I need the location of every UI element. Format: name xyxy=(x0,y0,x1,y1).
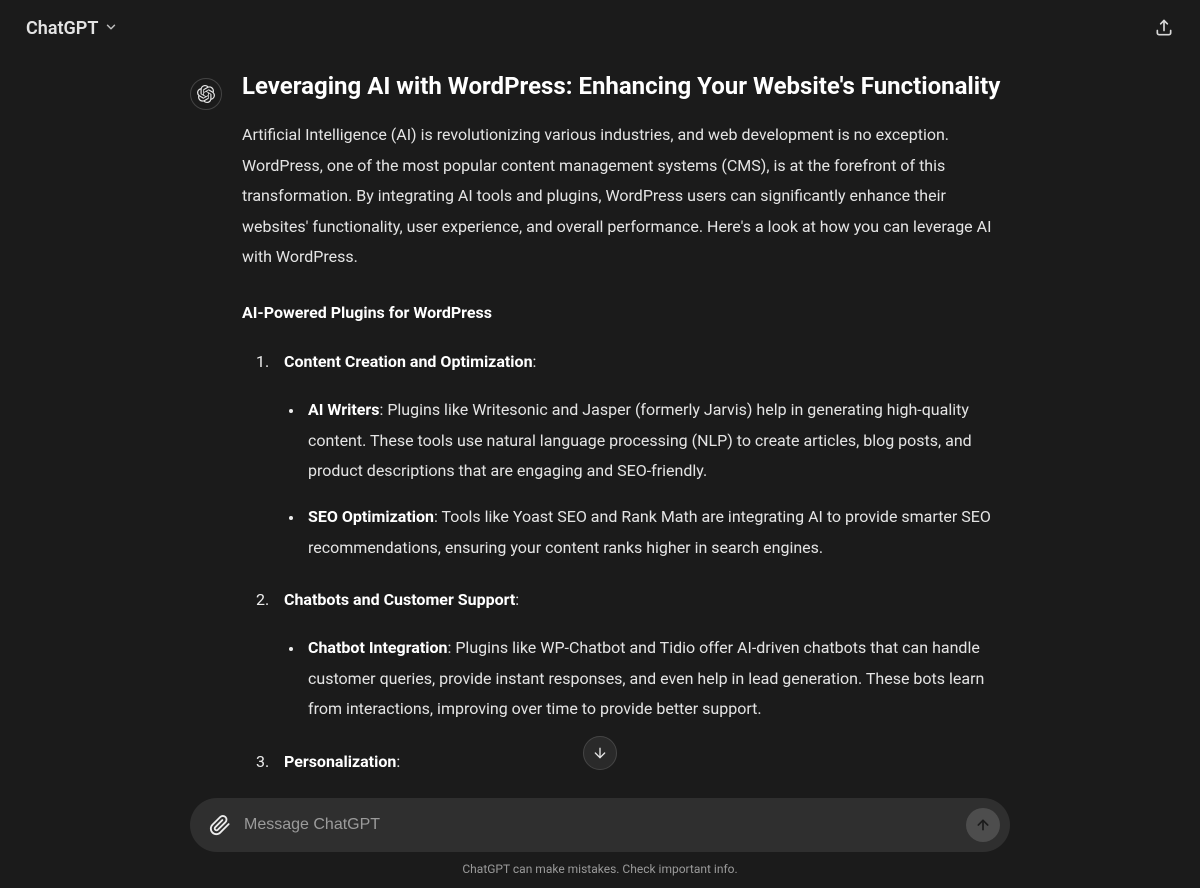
sub-item-label: AI Writers xyxy=(308,400,379,419)
disclaimer-text: ChatGPT can make mistakes. Check importa… xyxy=(462,862,737,876)
list-item: 3. Personalization: xyxy=(256,747,1010,777)
sub-list: AI Writers: Plugins like Writesonic and … xyxy=(256,395,1010,563)
list-number: 2. xyxy=(256,585,274,615)
arrow-down-icon xyxy=(592,745,608,761)
list-number: 1. xyxy=(256,347,274,377)
chatgpt-logo-icon xyxy=(197,85,215,103)
upload-icon xyxy=(1154,18,1174,38)
list-item: 2. Chatbots and Customer Support: Chatbot … xyxy=(256,585,1010,725)
list-number: 3. xyxy=(256,747,274,777)
sub-list-item: Chatbot Integration: Plugins like WP-Cha… xyxy=(304,633,1010,724)
chevron-down-icon xyxy=(104,18,118,39)
sub-list: Chatbot Integration: Plugins like WP-Cha… xyxy=(256,633,1010,724)
list-item-header: 1. Content Creation and Optimization: xyxy=(256,347,1010,377)
share-button[interactable] xyxy=(1146,10,1182,46)
list-item-title: Personalization: xyxy=(284,747,400,777)
list-item-title: Content Creation and Optimization: xyxy=(284,347,536,377)
article-title: Leveraging AI with WordPress: Enhancing … xyxy=(242,70,1010,102)
message-input[interactable] xyxy=(244,816,956,834)
list-item-header: 2. Chatbots and Customer Support: xyxy=(256,585,1010,615)
model-name: ChatGPT xyxy=(26,18,98,39)
section-heading: AI-Powered Plugins for WordPress xyxy=(242,298,1010,328)
article-intro: Artificial Intelligence (AI) is revoluti… xyxy=(242,120,1010,272)
paperclip-icon xyxy=(209,814,231,836)
main-list: 1. Content Creation and Optimization: AI W… xyxy=(242,347,1010,777)
sub-item-label: SEO Optimization xyxy=(308,507,434,526)
scroll-to-bottom-button[interactable] xyxy=(583,736,617,770)
arrow-up-icon xyxy=(975,817,991,833)
send-button[interactable] xyxy=(966,808,1000,842)
sub-list-item: AI Writers: Plugins like Writesonic and … xyxy=(304,395,1010,486)
list-item: 1. Content Creation and Optimization: AI W… xyxy=(256,347,1010,563)
top-bar: ChatGPT xyxy=(0,0,1200,56)
model-switcher[interactable]: ChatGPT xyxy=(18,12,126,45)
list-item-header: 3. Personalization: xyxy=(256,747,1010,777)
conversation-area: Leveraging AI with WordPress: Enhancing … xyxy=(0,70,1200,778)
sub-item-label: Chatbot Integration xyxy=(308,638,447,657)
composer-area: ChatGPT can make mistakes. Check importa… xyxy=(0,798,1200,888)
sub-list-item: SEO Optimization: Tools like Yoast SEO a… xyxy=(304,502,1010,563)
attach-button[interactable] xyxy=(206,811,234,839)
sub-item-text: : Plugins like Writesonic and Jasper (fo… xyxy=(308,400,972,480)
assistant-avatar xyxy=(190,78,222,110)
message-body: Leveraging AI with WordPress: Enhancing … xyxy=(242,70,1010,778)
composer xyxy=(190,798,1010,852)
list-item-title: Chatbots and Customer Support: xyxy=(284,585,519,615)
assistant-message: Leveraging AI with WordPress: Enhancing … xyxy=(190,70,1010,778)
